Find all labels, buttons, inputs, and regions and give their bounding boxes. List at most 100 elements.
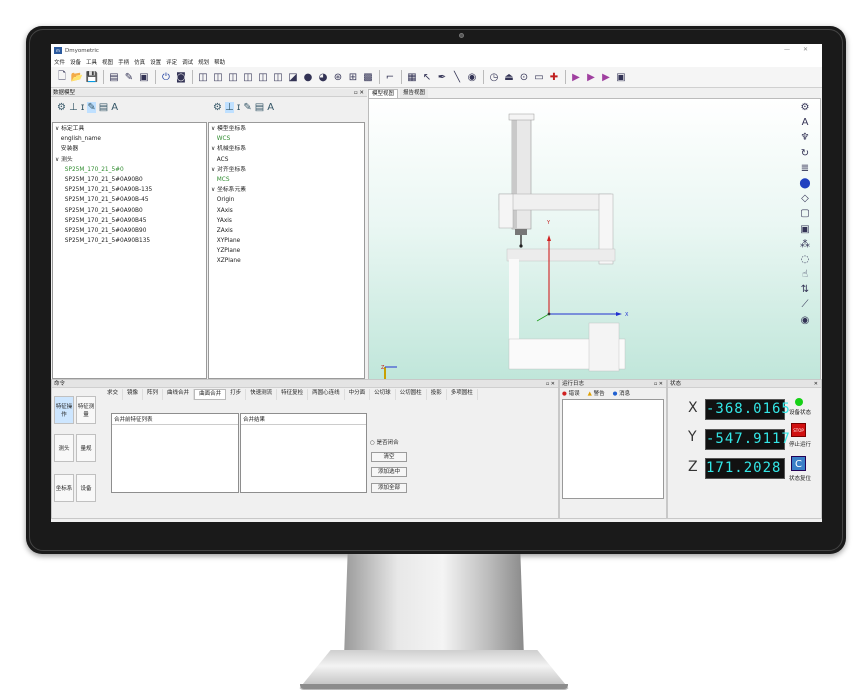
panel-close-icon[interactable]: ▫ ✕ — [546, 380, 555, 388]
menu-item[interactable]: 规划 — [198, 58, 209, 66]
tree-item[interactable]: SP25M_170_21_5#0A90B90 — [55, 226, 204, 236]
tree-item[interactable]: ∨ 测头 — [55, 155, 204, 165]
stack-icon[interactable]: ⏏ — [502, 70, 516, 84]
tree-item[interactable]: SP25M_170_21_5#0A90B135 — [55, 236, 204, 246]
open-folder-icon[interactable]: 📂 — [70, 70, 84, 84]
text-icon[interactable]: A — [267, 102, 274, 113]
panel-close-icon[interactable]: ▫ ✕ — [654, 380, 663, 388]
tab-errors[interactable]: ● 错误 — [562, 389, 580, 397]
axis-icon[interactable]: ⊥ — [224, 102, 234, 113]
tree-item[interactable]: ∨ 对齐坐标系 — [211, 165, 362, 175]
ruler-icon[interactable]: ɪ — [81, 102, 85, 113]
cylinder-icon[interactable]: ⬤ — [799, 176, 810, 191]
eye-icon[interactable]: ◉ — [465, 70, 479, 84]
log-list[interactable] — [562, 399, 664, 499]
probe-icon[interactable]: ✎ — [243, 102, 251, 113]
menu-item[interactable]: 设备 — [70, 58, 81, 66]
cube-left-icon[interactable]: ◫ — [226, 70, 240, 84]
tree-item[interactable]: ∨ 坐标系元素 — [211, 185, 362, 195]
dotted-circle-icon[interactable]: ◌ — [801, 252, 810, 267]
new-file-icon[interactable]: 🗋 — [55, 70, 69, 84]
tree-item[interactable]: SP25M_170_21_5#0A90B0 — [55, 175, 204, 185]
align-icon[interactable]: ⇅ — [801, 282, 809, 297]
tree-item[interactable]: WCS — [211, 134, 362, 144]
tab-model-view[interactable]: 模型视图 — [368, 89, 399, 98]
closed-radio[interactable]: ○ 是否闭合 — [370, 438, 399, 446]
command-tab[interactable]: 打步 — [226, 389, 247, 400]
camera-icon[interactable]: ◙ — [174, 70, 188, 84]
tree-item[interactable]: MCS — [211, 175, 362, 185]
monitor-icon[interactable]: ▣ — [137, 70, 151, 84]
pointer-icon[interactable]: ↖ — [420, 70, 434, 84]
command-tab[interactable]: 公切球 — [370, 389, 396, 400]
command-tab[interactable]: 特征复检 — [277, 389, 309, 400]
tree-item[interactable]: XZPlane — [211, 256, 362, 266]
rotate-icon[interactable]: ↻ — [801, 146, 809, 161]
command-tab[interactable]: 阵列 — [143, 389, 164, 400]
merge-source-list[interactable]: 合并前特征列表 — [111, 413, 239, 493]
probe-icon[interactable]: ⌐ — [383, 70, 397, 84]
menu-item[interactable]: 仿真 — [134, 58, 145, 66]
play-icon[interactable]: ▶ — [569, 70, 583, 84]
clear-button[interactable]: 清空 — [371, 452, 407, 462]
command-tab[interactable]: 快速测流 — [246, 389, 278, 400]
command-tab[interactable]: 多项圆柱 — [447, 389, 478, 400]
reset-button[interactable]: C — [791, 456, 806, 471]
stop-button[interactable]: STOP — [791, 423, 806, 437]
add-selected-button[interactable]: 添加选中 — [371, 467, 407, 477]
tab-warnings[interactable]: ▲ 警告 — [588, 389, 605, 397]
tree-item[interactable]: SP25M_170_21_5#0A90B0 — [55, 206, 204, 216]
power-icon[interactable]: ⏻ — [159, 70, 173, 84]
line-icon[interactable]: ╲ — [450, 70, 464, 84]
pin-icon[interactable]: ✚ — [547, 70, 561, 84]
probe-tool-icon[interactable]: ♆ — [801, 130, 810, 145]
sphere-shade-icon[interactable]: ◕ — [316, 70, 330, 84]
tree-item[interactable]: ∨ 机械坐标系 — [211, 144, 362, 154]
tree-item[interactable]: YZPlane — [211, 246, 362, 256]
tree-item[interactable]: YAxis — [211, 216, 362, 226]
tree-item[interactable]: ACS — [211, 155, 362, 165]
hand-icon[interactable]: ☝ — [802, 267, 808, 282]
tree-item[interactable]: ∨ 标定工具 — [55, 124, 204, 134]
cube-top-icon[interactable]: ◫ — [256, 70, 270, 84]
ruler-icon[interactable]: ɪ — [237, 102, 241, 113]
box-icon[interactable]: ▢ — [800, 206, 809, 221]
grid-view-icon[interactable]: ⊞ — [346, 70, 360, 84]
machine-view-icon[interactable]: ⚙ — [801, 100, 810, 115]
merge-result-list[interactable]: 合并结果 — [240, 413, 367, 493]
screen-icon[interactable]: ▣ — [614, 70, 628, 84]
pen-icon[interactable]: ✒ — [435, 70, 449, 84]
panel-close-icon[interactable]: ▫ ✕ — [354, 89, 364, 97]
tree-item[interactable]: Origin — [211, 195, 362, 205]
tree-item[interactable]: ∨ 模型坐标系 — [211, 124, 362, 134]
play2-icon[interactable]: ▶ — [584, 70, 598, 84]
layers-icon[interactable]: ▤ — [107, 70, 121, 84]
report-icon[interactable]: ▤ — [255, 102, 264, 113]
board-icon[interactable]: ▭ — [532, 70, 546, 84]
probe-select-icon[interactable]: ✎ — [87, 102, 96, 113]
sphere-icon[interactable]: ● — [301, 70, 315, 84]
side-device[interactable]: 设备 — [76, 474, 96, 502]
command-tab[interactable]: 求交 — [103, 389, 124, 400]
side-coordinate[interactable]: 坐标系 — [54, 474, 74, 502]
menu-item[interactable]: 评定 — [166, 58, 177, 66]
eye-dropdown-icon[interactable]: ◉ — [801, 313, 810, 328]
cube-back-icon[interactable]: ◫ — [211, 70, 225, 84]
tree-item[interactable]: XAxis — [211, 206, 362, 216]
tree-item[interactable]: 安装器 — [55, 144, 204, 154]
command-tab[interactable]: 两圆心连线 — [308, 389, 345, 400]
report-icon[interactable]: ▤ — [99, 102, 108, 113]
text-icon[interactable]: A — [111, 102, 118, 113]
menu-item[interactable]: 调试 — [182, 58, 193, 66]
menu-item[interactable]: 设置 — [150, 58, 161, 66]
menu-item[interactable]: 手柄 — [118, 58, 129, 66]
mark-icon[interactable]: ▩ — [361, 70, 375, 84]
cube-bottom-icon[interactable]: ◫ — [271, 70, 285, 84]
tree-item[interactable]: english_name — [55, 134, 204, 144]
menu-item[interactable]: 工具 — [86, 58, 97, 66]
side-feature-operation[interactable]: 特征操作 — [54, 396, 74, 424]
command-tab[interactable]: 曲面合并 — [194, 389, 227, 400]
cube-iso-icon[interactable]: ◪ — [286, 70, 300, 84]
machine-icon[interactable]: ⚙ — [57, 102, 66, 113]
layers-tool-icon[interactable]: ≣ — [801, 161, 809, 176]
